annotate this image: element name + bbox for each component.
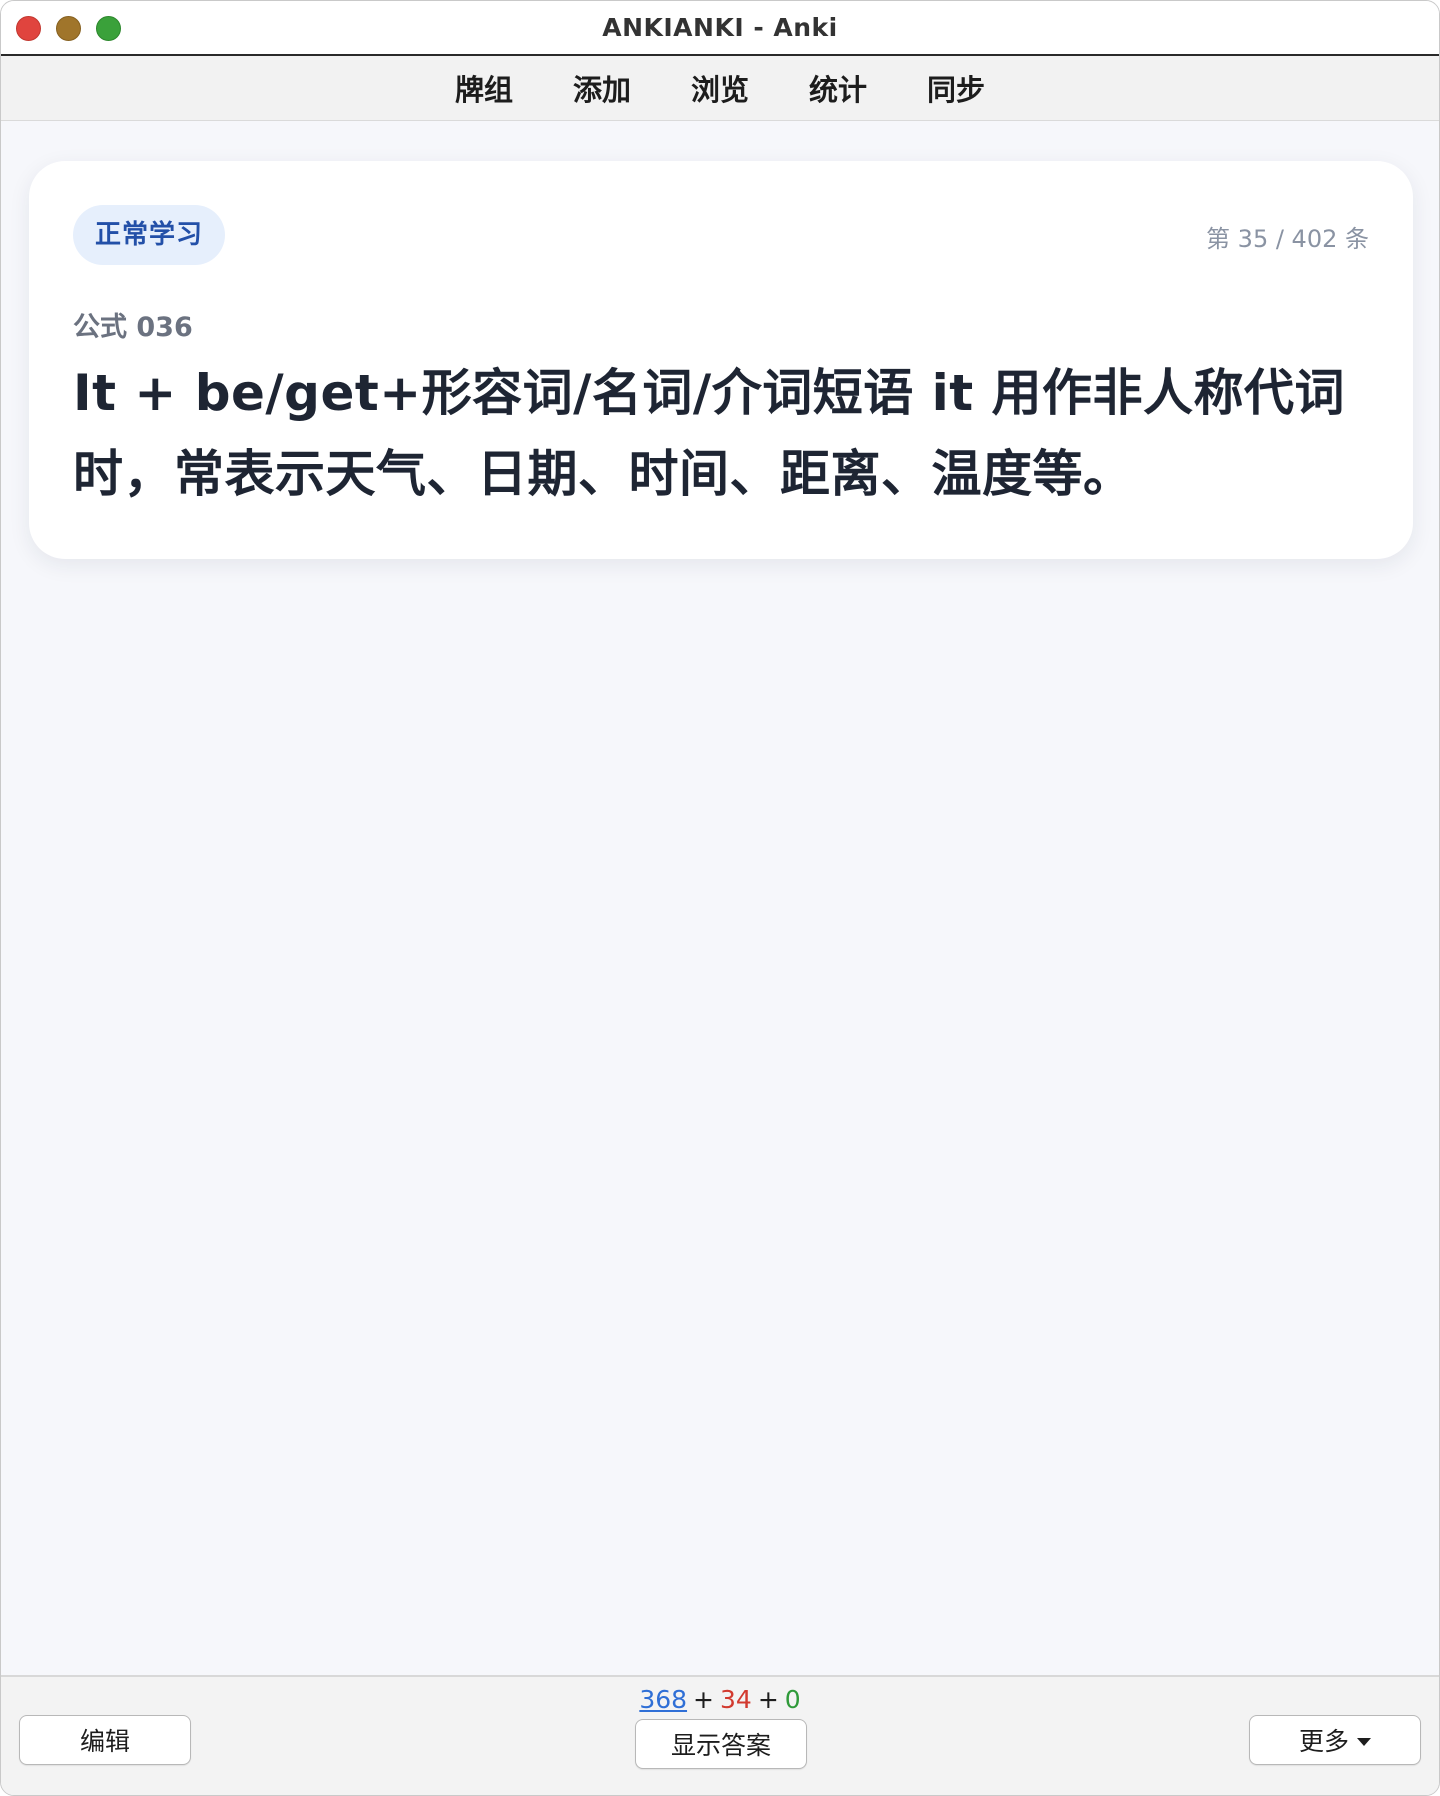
card-label: 公式 036 xyxy=(73,312,193,343)
learn-count: 34 xyxy=(720,1685,752,1714)
edit-button[interactable]: 编辑 xyxy=(19,1715,191,1765)
plus-separator: + xyxy=(757,1685,779,1714)
card-counter: 第 35 / 402 条 xyxy=(1206,225,1369,253)
plus-separator: + xyxy=(693,1685,714,1714)
due-counts: 368 +34 +0 xyxy=(1,1685,1439,1714)
review-count: 0 xyxy=(784,1685,801,1714)
menu-item-stats[interactable]: 统计 xyxy=(807,63,869,113)
bottom-bar: 368 +34 +0 编辑 显示答案 更多 xyxy=(1,1675,1439,1795)
window-title: ANKIANKI - Anki xyxy=(602,13,838,42)
menu-item-browse[interactable]: 浏览 xyxy=(689,63,751,113)
chevron-down-icon xyxy=(1357,1737,1371,1746)
card-question-text: It + be/get+形容词/名词/介词短语 it 用作非人称代词时，常表示天… xyxy=(73,364,1346,503)
edit-button-label: 编辑 xyxy=(79,1728,130,1756)
more-button[interactable]: 更多 xyxy=(1249,1715,1421,1765)
menu-item-decks[interactable]: 牌组 xyxy=(453,63,515,113)
new-count[interactable]: 368 xyxy=(639,1685,687,1714)
menu-item-sync[interactable]: 同步 xyxy=(925,63,987,113)
menu-item-add[interactable]: 添加 xyxy=(571,63,633,113)
show-answer-button[interactable]: 显示答案 xyxy=(635,1719,807,1769)
review-card: 正常学习 第 35 / 402 条 公式 036 It + be/get+形容词… xyxy=(29,161,1413,559)
more-button-label: 更多 xyxy=(1298,1728,1349,1756)
title-bar[interactable]: ANKIANKI - Anki xyxy=(1,1,1439,56)
anki-window: ANKIANKI - Anki 牌组 添加 浏览 统计 同步 正常学习 第 35… xyxy=(0,0,1440,1796)
top-menu-bar: 牌组 添加 浏览 统计 同步 xyxy=(1,56,1439,121)
study-mode-badge: 正常学习 xyxy=(73,205,226,265)
show-answer-button-label: 显示答案 xyxy=(670,1732,771,1760)
